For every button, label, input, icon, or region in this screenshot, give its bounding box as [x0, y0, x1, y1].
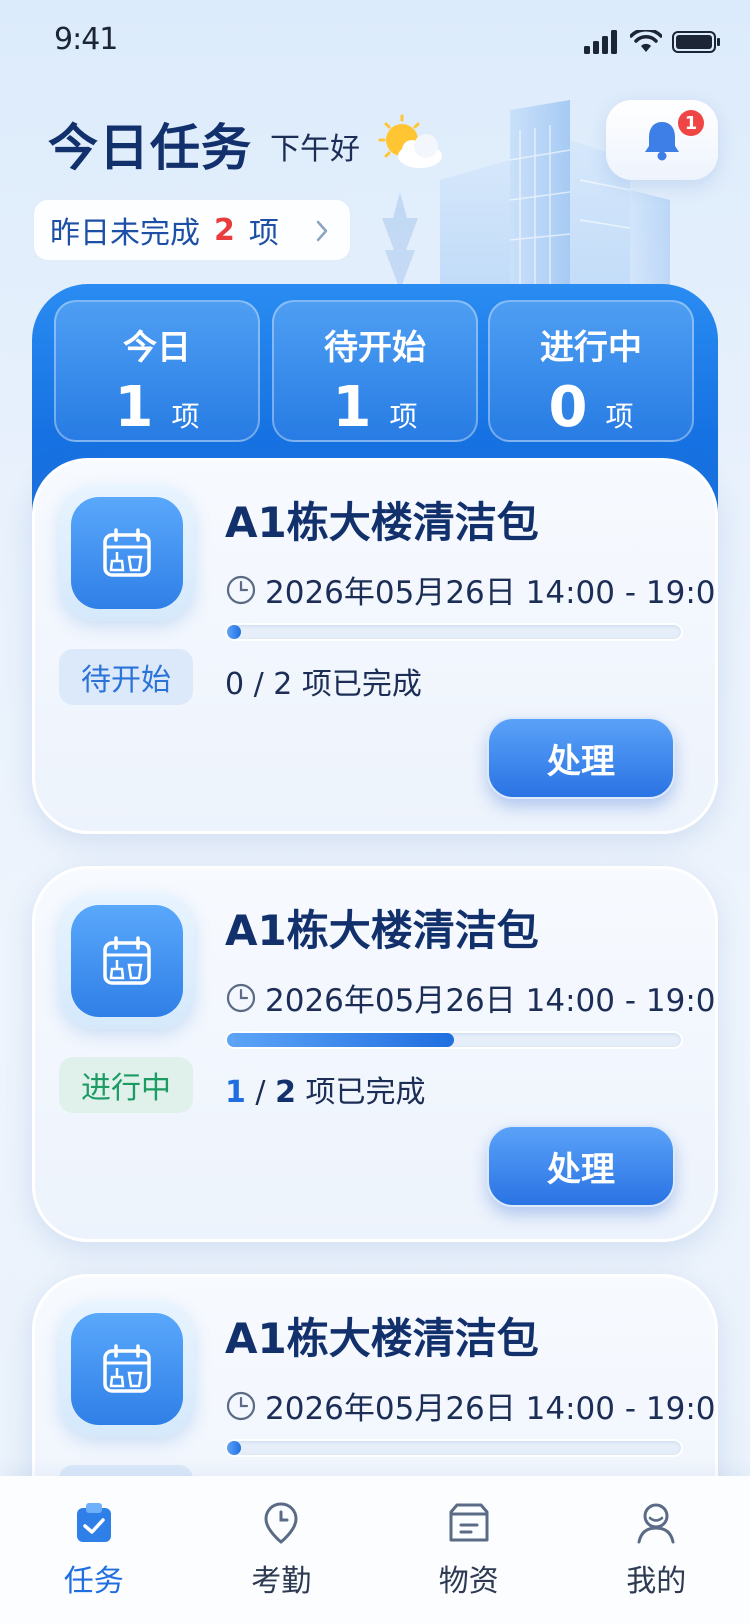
task-card[interactable]: 待开始 A1栋大楼清洁包 2026年05月26日 14:00 - 19:00 0… — [32, 458, 718, 834]
stat-value: 0 — [548, 375, 588, 440]
pending-unit: 项 — [248, 216, 279, 251]
stat-unit: 项 — [389, 400, 418, 433]
task-icon-tile — [59, 1301, 195, 1437]
stat-today[interactable]: 今日 1项 — [54, 300, 260, 442]
task-time-text: 2026年05月26日 14:00 - 19:00 — [265, 575, 718, 611]
stat-label: 待开始 — [324, 328, 426, 368]
nav-label: 我的 — [626, 1564, 687, 1599]
nav-item-profile[interactable]: 我的 — [563, 1476, 750, 1624]
header: 今日任务 下午好 — [48, 108, 446, 180]
process-button[interactable]: 处理 — [487, 1125, 675, 1207]
stat-unit: 项 — [605, 400, 634, 433]
task-time-text: 2026年05月26日 14:00 - 19:00 — [265, 1391, 718, 1427]
yesterday-pending-link[interactable]: 昨日未完成 2 项 — [32, 198, 352, 262]
progress-suffix: 项已完成 — [305, 1075, 426, 1110]
progress-done: 0 — [225, 667, 245, 702]
bell-icon — [645, 122, 679, 161]
pending-label: 昨日未完成 — [50, 216, 200, 251]
task-card[interactable]: 进行中 A1栋大楼清洁包 2026年05月26日 14:00 - 19:00 1… — [32, 866, 718, 1242]
signal-icon — [584, 30, 617, 54]
task-time: 2026年05月26日 14:00 - 19:00 — [225, 567, 718, 612]
task-title: A1栋大楼清洁包 — [225, 498, 539, 547]
status-badge: 进行中 — [59, 1057, 193, 1113]
stat-label: 进行中 — [540, 328, 642, 368]
task-title: A1栋大楼清洁包 — [225, 1314, 539, 1363]
progress-text: 0 / 2 项已完成 — [225, 667, 422, 702]
battery-icon — [672, 31, 720, 53]
cleaning-calendar-icon — [103, 528, 151, 577]
partly-sunny-icon — [378, 114, 442, 168]
user-icon — [637, 1503, 675, 1544]
nav-item-attendance[interactable]: 考勤 — [188, 1476, 376, 1624]
clock-icon — [226, 1391, 256, 1420]
stat-value: 1 — [114, 375, 154, 440]
status-time: 9:41 — [54, 22, 118, 57]
progress-bar — [225, 623, 683, 641]
notification-button[interactable]: 1 — [606, 100, 718, 180]
status-badge: 待开始 — [59, 649, 193, 705]
stat-value: 1 — [332, 375, 372, 440]
progress-bar — [225, 1439, 683, 1457]
nav-item-tasks[interactable]: 任务 — [0, 1476, 188, 1624]
package-box-icon — [449, 1503, 489, 1542]
location-pin-icon — [264, 1502, 298, 1544]
nav-label: 考勤 — [251, 1564, 312, 1599]
task-clipboard-icon — [76, 1503, 111, 1542]
progress-fill — [227, 625, 241, 639]
chevron-right-icon — [316, 220, 328, 242]
stat-pending[interactable]: 待开始 1项 — [272, 300, 478, 442]
status-bar: 9:41 — [0, 0, 750, 84]
clock-icon — [226, 983, 256, 1012]
stat-label: 今日 — [123, 328, 191, 368]
progress-done: 1 — [225, 1075, 246, 1110]
stat-unit: 项 — [171, 400, 200, 433]
greeting-text: 下午好 — [270, 132, 360, 167]
nav-item-supplies[interactable]: 物资 — [375, 1476, 563, 1624]
page-title: 今日任务 — [48, 119, 252, 177]
clock-icon — [226, 575, 256, 604]
stat-in-progress[interactable]: 进行中 0项 — [488, 300, 694, 442]
progress-bar — [225, 1031, 683, 1049]
task-time: 2026年05月26日 14:00 - 19:00 — [225, 1383, 718, 1428]
wifi-icon — [630, 30, 662, 52]
progress-total: 2 — [273, 667, 293, 702]
task-time: 2026年05月26日 14:00 - 19:00 — [225, 975, 718, 1020]
bottom-nav: 任务 考勤 物资 我的 — [0, 1476, 750, 1624]
progress-suffix: 项已完成 — [301, 667, 422, 702]
cleaning-calendar-icon — [103, 1344, 151, 1393]
progress-fill — [227, 1033, 454, 1047]
progress-total: 2 — [275, 1075, 296, 1110]
notification-badge: 1 — [678, 110, 704, 136]
pending-count: 2 — [214, 212, 235, 248]
progress-fill — [227, 1441, 241, 1455]
progress-text: 1 / 2 项已完成 — [225, 1075, 426, 1110]
task-title: A1栋大楼清洁包 — [225, 906, 539, 955]
process-button[interactable]: 处理 — [487, 717, 675, 799]
nav-label: 物资 — [438, 1564, 499, 1599]
task-icon-tile — [59, 893, 195, 1029]
cleaning-calendar-icon — [103, 936, 151, 985]
nav-label: 任务 — [63, 1564, 124, 1599]
status-icons — [584, 30, 722, 54]
task-time-text: 2026年05月26日 14:00 - 19:00 — [265, 983, 718, 1019]
task-icon-tile — [59, 485, 195, 621]
